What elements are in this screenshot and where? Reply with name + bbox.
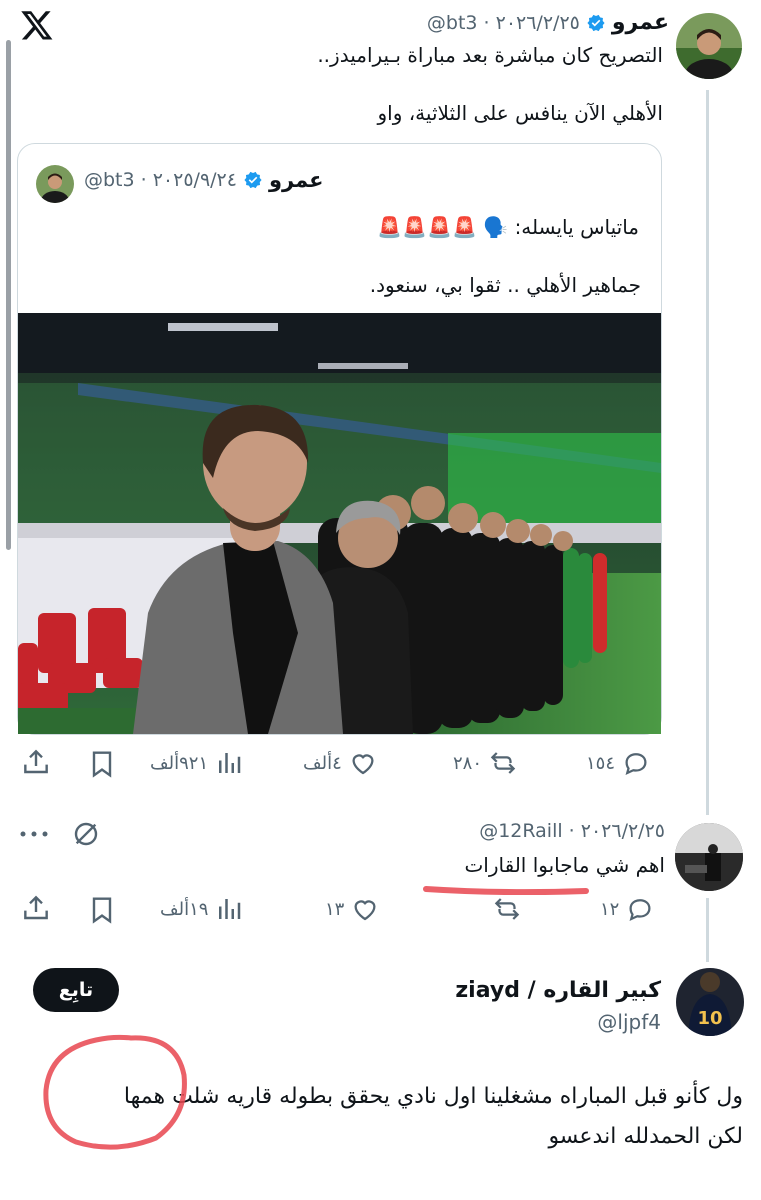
retweet-button[interactable] [492, 894, 522, 924]
retweet-icon [494, 898, 520, 920]
tweet-text: التصريح كان مباشرة بعد مباراة بـيراميدز.… [317, 43, 663, 67]
tweet-text: ول كأنو قبل المباراه مشغلينا اول نادي يح… [123, 1084, 743, 1109]
retweet-icon [490, 752, 516, 774]
retweet-count: ٢٨٠ [453, 752, 483, 774]
share-icon [24, 895, 48, 920]
handle-date[interactable]: @bt3 · ٢٠٢٥/٩/٢٤ [84, 169, 237, 191]
verified-icon [586, 13, 606, 33]
red-circle-annotation [36, 1030, 196, 1155]
share-button[interactable] [20, 746, 52, 778]
avatar[interactable] [36, 165, 74, 203]
reply-button[interactable]: ١٥٤ [586, 748, 651, 778]
more-icon[interactable] [18, 820, 50, 848]
reply-count: ١٢ [600, 898, 620, 920]
retweet-button[interactable]: ٢٨٠ [453, 748, 518, 778]
svg-text:10: 10 [697, 1008, 722, 1029]
like-count: ٤ألف [303, 752, 342, 774]
bookmark-icon [92, 751, 112, 778]
views-button[interactable]: ١٩ألف [160, 894, 244, 924]
reply-icon [629, 899, 651, 922]
bookmark-icon [92, 897, 112, 924]
like-icon [354, 900, 376, 921]
views-count: ١٩ألف [160, 898, 209, 920]
tweet-photo[interactable] [18, 313, 661, 734]
like-icon [352, 754, 374, 775]
reply-icon [625, 753, 647, 776]
share-icon [24, 749, 48, 774]
views-icon [219, 899, 241, 919]
tweet-text: الأهلي الآن ينافس على الثلاثية، واو [377, 101, 664, 125]
views-count: ٩٢١ألف [150, 752, 209, 774]
handle[interactable]: @ljpf4 [597, 1010, 661, 1034]
red-underline-annotation [423, 880, 589, 896]
author-name[interactable]: عمرو [612, 10, 669, 35]
like-button[interactable]: ٤ألف [303, 748, 378, 778]
scrollbar[interactable] [6, 40, 11, 550]
views-icon [219, 753, 241, 773]
tweet-text: لكن الحمدلله اندعسو [548, 1124, 743, 1149]
tweet-header: عمرو @bt3 · ٢٠٢٦/٢/٢٥ [427, 10, 669, 35]
x-logo-icon[interactable] [20, 8, 54, 42]
bookmark-button[interactable] [86, 748, 118, 780]
like-count: ١٣ [325, 898, 345, 920]
author-name[interactable]: عمرو [269, 168, 324, 192]
author-name[interactable]: كبير القاره / ziayd [455, 978, 661, 1003]
quoted-tweet-text: ماتياس يايسله: 🗣️ 🚨🚨🚨🚨 [377, 215, 639, 239]
views-button[interactable]: ٩٢١ألف [150, 748, 244, 778]
share-button[interactable] [20, 892, 52, 924]
thread-line [706, 898, 709, 962]
avatar[interactable]: 10 [676, 968, 744, 1036]
verified-icon [243, 170, 263, 190]
avatar[interactable] [676, 13, 742, 79]
handle-date[interactable]: @12Raill · ٢٠٢٦/٢/٢٥ [479, 820, 665, 842]
like-button[interactable]: ١٣ [325, 894, 380, 924]
avatar[interactable] [675, 823, 743, 891]
bookmark-button[interactable] [86, 894, 118, 926]
grok-icon[interactable] [70, 818, 102, 850]
reply-count: ١٥٤ [586, 752, 616, 774]
reply-button[interactable]: ١٢ [600, 894, 655, 924]
quoted-tweet-text: جماهير الأهلي .. ثقوا بي، سنعود. [369, 273, 641, 297]
tweet-text: اهم شي ماجابوا القارات [464, 853, 665, 877]
handle-date[interactable]: @bt3 · ٢٠٢٦/٢/٢٥ [427, 12, 580, 34]
follow-button[interactable]: تابِع [33, 968, 119, 1012]
thread-line [706, 90, 709, 815]
quoted-tweet-header: عمرو @bt3 · ٢٠٢٥/٩/٢٤ [84, 168, 324, 192]
